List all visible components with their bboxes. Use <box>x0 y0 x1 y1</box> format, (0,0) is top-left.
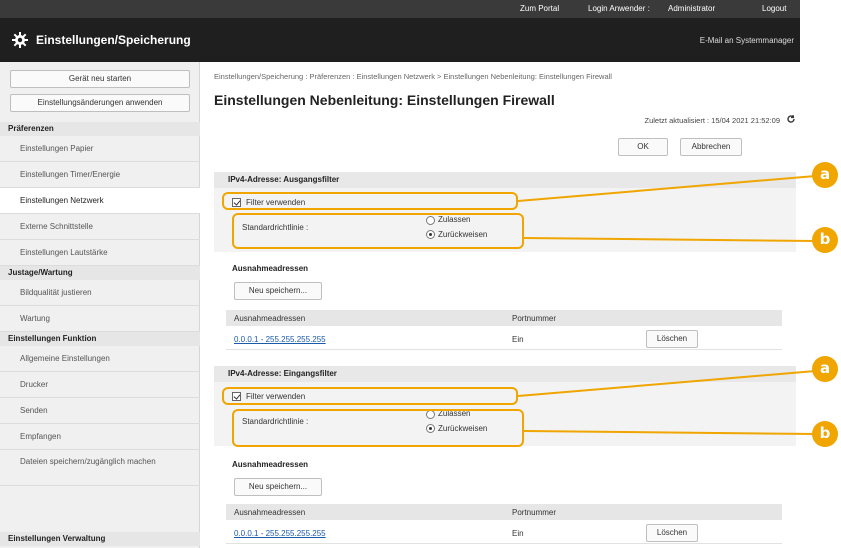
page-title: Einstellungen Nebenleitung: Einstellunge… <box>214 92 555 108</box>
port-value: Ein <box>512 529 524 538</box>
col-port: Portnummer <box>512 314 557 323</box>
exceptions-title: Ausnahmeadressen <box>232 460 309 469</box>
user-name: Administrator <box>668 4 716 13</box>
sidebar-item-network[interactable]: Einstellungen Netzwerk <box>0 188 200 214</box>
exceptions-table-header: Ausnahmeadressen Portnummer <box>226 310 782 326</box>
logout-link[interactable]: Logout <box>762 4 786 13</box>
sidebar-item-receive[interactable]: Empfangen <box>0 424 200 450</box>
restart-button[interactable]: Gerät neu starten <box>10 70 190 88</box>
refresh-icon[interactable] <box>786 114 796 124</box>
delete-button[interactable]: Löschen <box>646 330 698 348</box>
port-value: Ein <box>512 335 524 344</box>
sidebar-item-send[interactable]: Senden <box>0 398 200 424</box>
callout-ring-a <box>222 387 518 405</box>
login-label: Login Anwender : <box>588 4 650 13</box>
sidebar-item-printer[interactable]: Drucker <box>0 372 200 398</box>
exceptions-table-header: Ausnahmeadressen Portnummer <box>226 504 782 520</box>
gear-icon <box>12 32 28 48</box>
sidebar-item-general[interactable]: Allgemeine Einstellungen <box>0 346 200 372</box>
col-port: Portnummer <box>512 508 557 517</box>
mail-admin-link[interactable]: E-Mail an Systemmanager <box>700 36 794 45</box>
sidebar-item-external[interactable]: Externe Schnittstelle <box>0 214 200 240</box>
breadcrumb: Einstellungen/Speicherung : Präferenzen … <box>214 72 612 81</box>
sidebar: Gerät neu starten Einstellungsänderungen… <box>0 62 200 548</box>
ok-button[interactable]: OK <box>618 138 668 156</box>
col-address: Ausnahmeadressen <box>234 508 306 517</box>
delete-button[interactable]: Löschen <box>646 524 698 542</box>
sidebar-item-timer[interactable]: Einstellungen Timer/Energie <box>0 162 200 188</box>
callout-ring-b <box>232 213 524 249</box>
callout-badge-a: a <box>812 356 838 382</box>
app-title: Einstellungen/Speicherung <box>36 33 191 47</box>
apply-changes-button[interactable]: Einstellungsänderungen anwenden <box>10 94 190 112</box>
callout-ring-b <box>232 409 524 447</box>
top-bar: Zum Portal Login Anwender : Administrato… <box>0 0 800 18</box>
callout-badge-b: b <box>812 421 838 447</box>
sidebar-item-maintenance[interactable]: Wartung <box>0 306 200 332</box>
sidebar-group-management: Einstellungen Verwaltung <box>0 532 200 546</box>
table-row: 0.0.0.1 - 255.255.255.255 Ein <box>226 522 782 544</box>
exception-address-link[interactable]: 0.0.0.1 - 255.255.255.255 <box>234 529 326 538</box>
callout-ring-a <box>222 192 518 210</box>
last-updated: Zuletzt aktualisiert : 15/04 2021 21:52:… <box>644 116 780 125</box>
register-button[interactable]: Neu speichern... <box>234 282 322 300</box>
exceptions-title: Ausnahmeadressen <box>232 264 309 273</box>
sidebar-item-paper[interactable]: Einstellungen Papier <box>0 136 200 162</box>
sidebar-group-preferences: Präferenzen <box>0 122 200 136</box>
sidebar-item-volume[interactable]: Einstellungen Lautstärke <box>0 240 200 266</box>
col-address: Ausnahmeadressen <box>234 314 306 323</box>
exception-address-link[interactable]: 0.0.0.1 - 255.255.255.255 <box>234 335 326 344</box>
sidebar-item-image-quality[interactable]: Bildqualität justieren <box>0 280 200 306</box>
callout-badge-b: b <box>812 227 838 253</box>
sidebar-item-file-access[interactable]: Dateien speichern/zugänglich machen <box>0 450 200 486</box>
register-button[interactable]: Neu speichern... <box>234 478 322 496</box>
sidebar-group-function: Einstellungen Funktion <box>0 332 200 346</box>
sidebar-group-adjustment: Justage/Wartung <box>0 266 200 280</box>
callout-badge-a: a <box>812 162 838 188</box>
portal-link[interactable]: Zum Portal <box>520 4 559 13</box>
app-header: Einstellungen/Speicherung E-Mail an Syst… <box>0 18 800 62</box>
cancel-button[interactable]: Abbrechen <box>680 138 742 156</box>
main-content: Einstellungen/Speicherung : Präferenzen … <box>206 62 800 548</box>
table-row: 0.0.0.1 - 255.255.255.255 Ein <box>226 328 782 350</box>
